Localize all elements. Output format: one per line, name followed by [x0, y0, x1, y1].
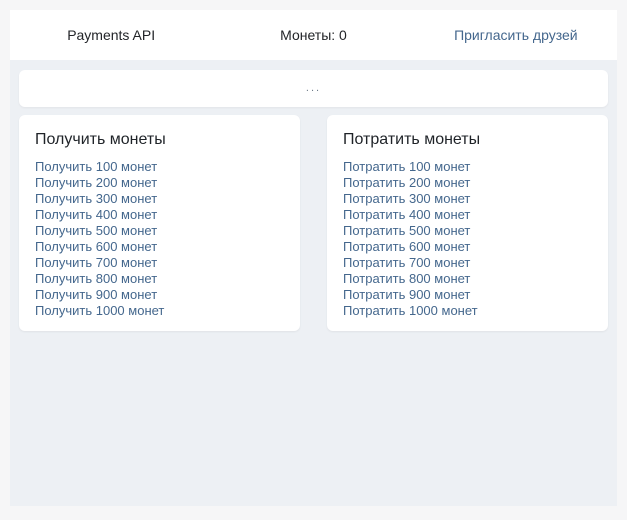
spend-coins-link-800[interactable]: Потратить 800 монет [343, 271, 592, 287]
ellipsis-text: ... [305, 82, 322, 94]
get-coins-title: Получить монеты [35, 131, 166, 148]
coins-label: Монеты: [280, 27, 336, 43]
get-coins-link-800[interactable]: Получить 800 монет [35, 271, 284, 287]
spend-coins-link-500[interactable]: Потратить 500 монет [343, 223, 592, 239]
invite-friends-link[interactable]: Пригласить друзей [415, 27, 617, 43]
header-app-title[interactable]: Payments API [10, 27, 212, 43]
coins-counter: Монеты: 0 [212, 27, 414, 43]
spend-coins-link-600[interactable]: Потратить 600 монет [343, 239, 592, 255]
spend-coins-link-400[interactable]: Потратить 400 монет [343, 207, 592, 223]
spend-coins-card: Потратить монеты Потратить 100 монет Пот… [327, 115, 608, 331]
coins-value: 0 [339, 27, 347, 43]
get-coins-link-700[interactable]: Получить 700 монет [35, 255, 284, 271]
get-coins-link-100[interactable]: Получить 100 монет [35, 159, 284, 175]
spend-coins-title: Потратить монеты [343, 131, 481, 148]
spend-coins-link-100[interactable]: Потратить 100 монет [343, 159, 592, 175]
spend-coins-link-900[interactable]: Потратить 900 монет [343, 287, 592, 303]
spend-coins-link-1000[interactable]: Потратить 1000 монет [343, 303, 592, 319]
get-coins-link-300[interactable]: Получить 300 монет [35, 191, 284, 207]
spend-coins-link-300[interactable]: Потратить 300 монет [343, 191, 592, 207]
get-coins-link-200[interactable]: Получить 200 монет [35, 175, 284, 191]
content-area: ... Получить монеты Получить 100 монет П… [10, 70, 617, 331]
get-coins-link-400[interactable]: Получить 400 монет [35, 207, 284, 223]
get-coins-link-900[interactable]: Получить 900 монет [35, 287, 284, 303]
get-coins-link-500[interactable]: Получить 500 монет [35, 223, 284, 239]
get-coins-card: Получить монеты Получить 100 монет Получ… [19, 115, 300, 331]
loader-panel: ... [19, 70, 608, 107]
get-coins-link-600[interactable]: Получить 600 монет [35, 239, 284, 255]
cards-row: Получить монеты Получить 100 монет Получ… [19, 115, 608, 331]
spend-coins-link-200[interactable]: Потратить 200 монет [343, 175, 592, 191]
app-container: Payments API Монеты: 0 Пригласить друзей… [10, 10, 617, 506]
header-bar: Payments API Монеты: 0 Пригласить друзей [10, 10, 617, 60]
spend-coins-link-700[interactable]: Потратить 700 монет [343, 255, 592, 271]
get-coins-link-1000[interactable]: Получить 1000 монет [35, 303, 284, 319]
